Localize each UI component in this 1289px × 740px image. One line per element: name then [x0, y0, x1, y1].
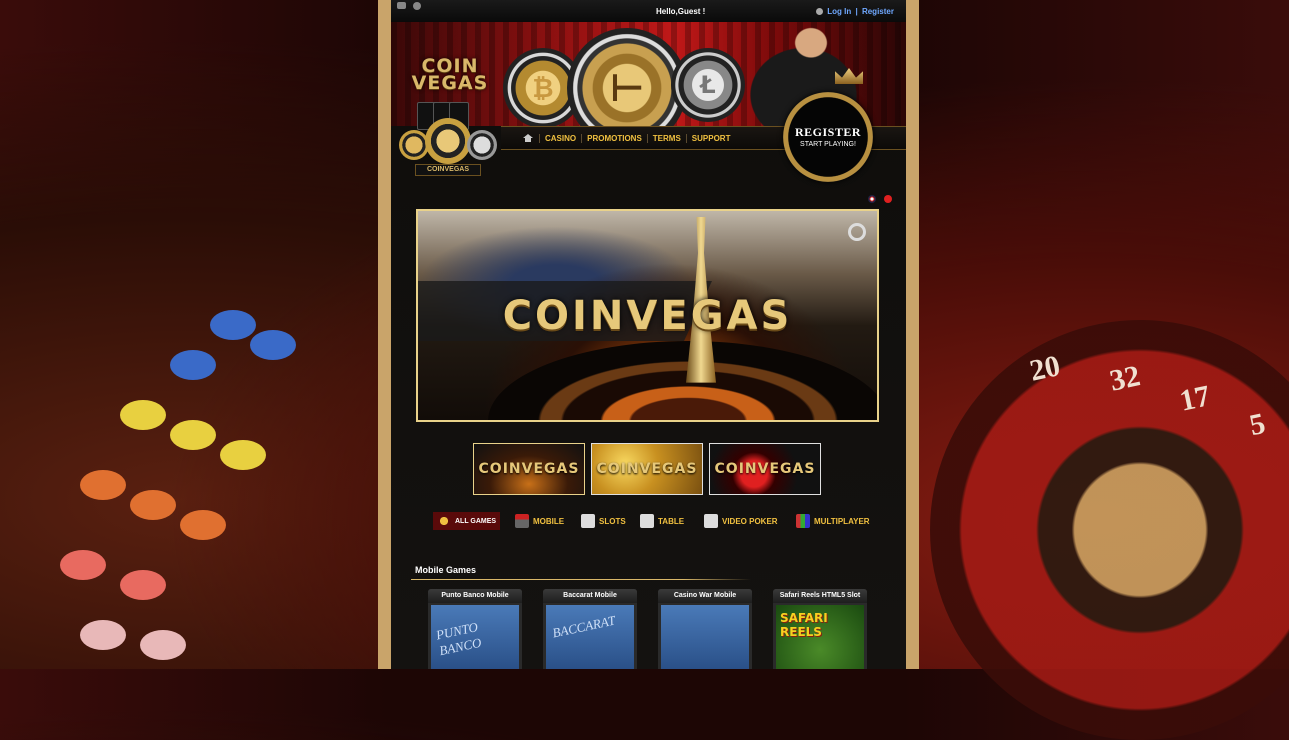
- tab-label: SLOTS: [599, 516, 626, 526]
- thumbnail-label: COINVEGAS: [478, 461, 580, 477]
- hero-title: COINVEGAS: [502, 293, 793, 339]
- poker-cards-icon: [704, 514, 718, 528]
- game-image: SAFARI REELS: [776, 605, 864, 669]
- tab-label: TABLE: [658, 516, 685, 526]
- site-logo[interactable]: COIN VEGAS: [395, 57, 505, 94]
- game-card[interactable]: Casino War Mobile: [658, 589, 752, 669]
- game-title: Casino War Mobile: [658, 589, 752, 603]
- litecoin-coin-icon: [467, 130, 497, 160]
- nav-terms[interactable]: TERMS: [646, 133, 686, 143]
- link-separator: |: [855, 7, 858, 16]
- cards-icon: [640, 514, 654, 528]
- register-button[interactable]: REGISTER START PLAYING!: [783, 92, 873, 182]
- tab-label: ALL GAMES: [455, 517, 497, 525]
- uk-flag-icon[interactable]: [868, 195, 876, 203]
- main-column: Hello,Guest ! Log In | Register COIN VEG…: [378, 0, 919, 669]
- game-art-text: SAFARI REELS: [780, 611, 828, 639]
- tab-mobile[interactable]: MOBILE: [515, 512, 564, 530]
- tab-video-poker[interactable]: VIDEO POKER: [704, 512, 778, 530]
- game-title: Safari Reels HTML5 Slot: [773, 589, 867, 603]
- game-image: [661, 605, 749, 669]
- home-icon[interactable]: [523, 134, 533, 142]
- language-flags: [864, 190, 893, 208]
- slide-thumbnail[interactable]: COINVEGAS: [473, 443, 585, 495]
- game-category-tabs: ALL GAMES MOBILE SLOTS TABLE VIDEO POKER…: [433, 512, 883, 532]
- register-title: REGISTER: [794, 125, 862, 139]
- plus-icon[interactable]: [413, 2, 421, 10]
- user-icon: [816, 8, 823, 15]
- background-roulette-wheel: [930, 320, 1289, 740]
- tab-all-games[interactable]: ALL GAMES: [433, 512, 501, 530]
- trophy-icon: [437, 514, 451, 528]
- logo-line-2: VEGAS: [411, 72, 489, 94]
- thumbnail-label: COINVEGAS: [714, 461, 816, 477]
- roulette-wheel-graphic: [488, 341, 877, 420]
- monitor-icon[interactable]: [397, 2, 406, 9]
- coinvegas-coin-icon: [425, 118, 471, 164]
- nav-casino[interactable]: CASINO: [539, 133, 581, 143]
- game-card[interactable]: Baccarat Mobile BACCARAT: [543, 589, 637, 669]
- game-art-text: BACCARAT: [551, 612, 617, 641]
- hero-slider[interactable]: COINVEGAS: [416, 209, 879, 422]
- login-link[interactable]: Log In: [827, 7, 851, 16]
- game-card[interactable]: Safari Reels HTML5 Slot SAFARI REELS: [773, 589, 867, 669]
- tab-slots[interactable]: SLOTS: [581, 512, 626, 530]
- register-subtitle: START PLAYING!: [800, 141, 856, 148]
- tab-table[interactable]: TABLE: [640, 512, 684, 530]
- game-title: Baccarat Mobile: [543, 589, 637, 603]
- crown-icon: [829, 60, 869, 88]
- section-divider: [411, 579, 751, 580]
- wheel-number: 5: [1246, 406, 1269, 443]
- nav-support[interactable]: SUPPORT: [685, 133, 736, 143]
- top-bar: Hello,Guest ! Log In | Register: [391, 0, 906, 23]
- background-chips: [60, 300, 360, 660]
- nav-promotions[interactable]: PROMOTIONS: [581, 133, 647, 143]
- tab-multiplayer[interactable]: MULTIPLAYER: [796, 512, 870, 530]
- game-title: Punto Banco Mobile: [428, 589, 522, 603]
- joystick-icon: [515, 514, 529, 528]
- game-image: BACCARAT: [546, 605, 634, 669]
- badge-label: COINVEGAS: [415, 164, 481, 176]
- game-image: PUNTO BANCO: [431, 605, 519, 669]
- tab-label: MOBILE: [533, 516, 565, 526]
- game-card[interactable]: Punto Banco Mobile PUNTO BANCO: [428, 589, 522, 669]
- game-art-text: PUNTO BANCO: [434, 619, 483, 659]
- register-link[interactable]: Register: [862, 7, 894, 16]
- section-title: Mobile Games: [415, 565, 477, 575]
- slider-loading-icon: [848, 223, 866, 241]
- players-icon: [796, 514, 810, 528]
- wheel-number: 20: [1026, 349, 1063, 388]
- auth-links: Log In | Register: [816, 7, 894, 16]
- japan-flag-icon[interactable]: [884, 195, 893, 203]
- thumbnail-label: COINVEGAS: [596, 461, 698, 477]
- slide-thumbnail[interactable]: COINVEGAS: [591, 443, 703, 495]
- slot-machine-icon: [581, 514, 595, 528]
- tab-label: MULTIPLAYER: [814, 516, 870, 526]
- slide-thumbnail[interactable]: COINVEGAS: [709, 443, 821, 495]
- logo-badge[interactable]: COINVEGAS: [393, 100, 501, 184]
- tab-label: VIDEO POKER: [722, 516, 778, 526]
- greeting-text: Hello,Guest !: [656, 7, 706, 16]
- page-content: Hello,Guest ! Log In | Register COIN VEG…: [391, 0, 906, 669]
- wheel-number: 32: [1106, 359, 1143, 398]
- wheel-number: 17: [1176, 379, 1213, 418]
